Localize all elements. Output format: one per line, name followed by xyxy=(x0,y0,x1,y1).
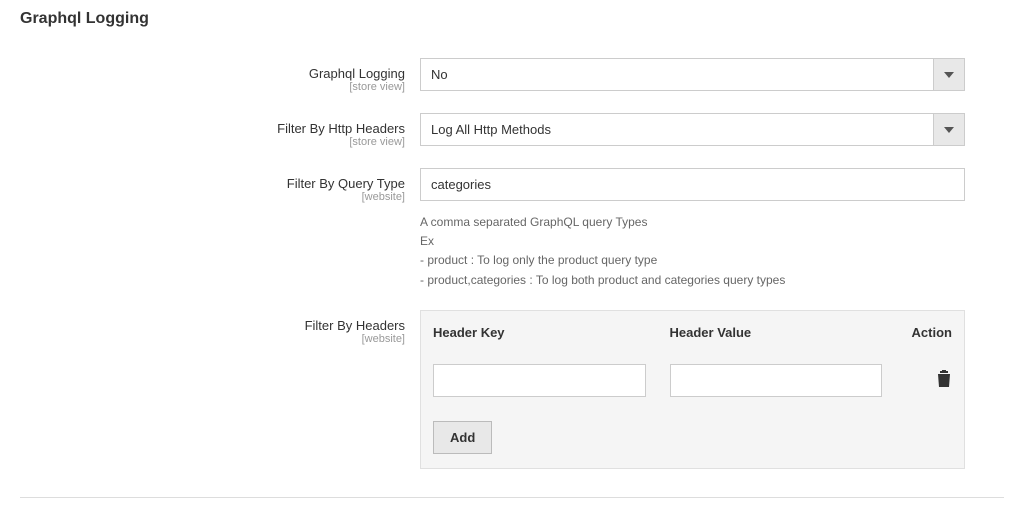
filter-http-headers-label: Filter By Http Headers xyxy=(277,121,405,136)
graphql-logging-value: No xyxy=(420,58,933,91)
filter-http-headers-scope: [store view] xyxy=(20,136,405,148)
col-action: Action xyxy=(894,311,964,354)
divider xyxy=(20,497,1004,498)
col-header-value: Header Value xyxy=(658,311,895,354)
add-button[interactable]: Add xyxy=(433,421,492,454)
filter-query-type-input[interactable] xyxy=(420,168,965,201)
help-line: A comma separated GraphQL query Types xyxy=(420,213,965,232)
filter-query-type-help: A comma separated GraphQL query Types Ex… xyxy=(420,213,965,290)
table-row xyxy=(421,354,964,407)
filter-http-headers-select[interactable]: Log All Http Methods xyxy=(420,113,965,146)
field-graphql-logging: Graphql Logging [store view] No xyxy=(20,58,1004,93)
field-filter-by-headers: Filter By Headers [website] Header Key H… xyxy=(20,310,1004,469)
filter-query-type-scope: [website] xyxy=(20,191,405,203)
headers-table: Header Key Header Value Action xyxy=(420,310,965,469)
field-filter-http-headers: Filter By Http Headers [store view] Log … xyxy=(20,113,1004,148)
filter-http-headers-value: Log All Http Methods xyxy=(420,113,933,146)
add-row: Add xyxy=(421,407,964,468)
help-line: Ex xyxy=(420,232,965,251)
field-filter-query-type: Filter By Query Type [website] A comma s… xyxy=(20,168,1004,290)
filter-by-headers-label: Filter By Headers xyxy=(305,318,405,333)
help-line: - product,categories : To log both produ… xyxy=(420,271,965,290)
graphql-logging-scope: [store view] xyxy=(20,81,405,93)
chevron-down-icon[interactable] xyxy=(933,58,965,91)
col-header-key: Header Key xyxy=(421,311,658,354)
filter-by-headers-scope: [website] xyxy=(20,333,405,345)
chevron-down-icon[interactable] xyxy=(933,113,965,146)
help-line: - product : To log only the product quer… xyxy=(420,251,965,270)
header-value-input[interactable] xyxy=(670,364,883,397)
graphql-logging-label: Graphql Logging xyxy=(309,66,405,81)
trash-icon[interactable] xyxy=(936,370,952,391)
filter-query-type-label: Filter By Query Type xyxy=(287,176,405,191)
header-key-input[interactable] xyxy=(433,364,646,397)
graphql-logging-select[interactable]: No xyxy=(420,58,965,91)
section-title: Graphql Logging xyxy=(20,10,1004,28)
